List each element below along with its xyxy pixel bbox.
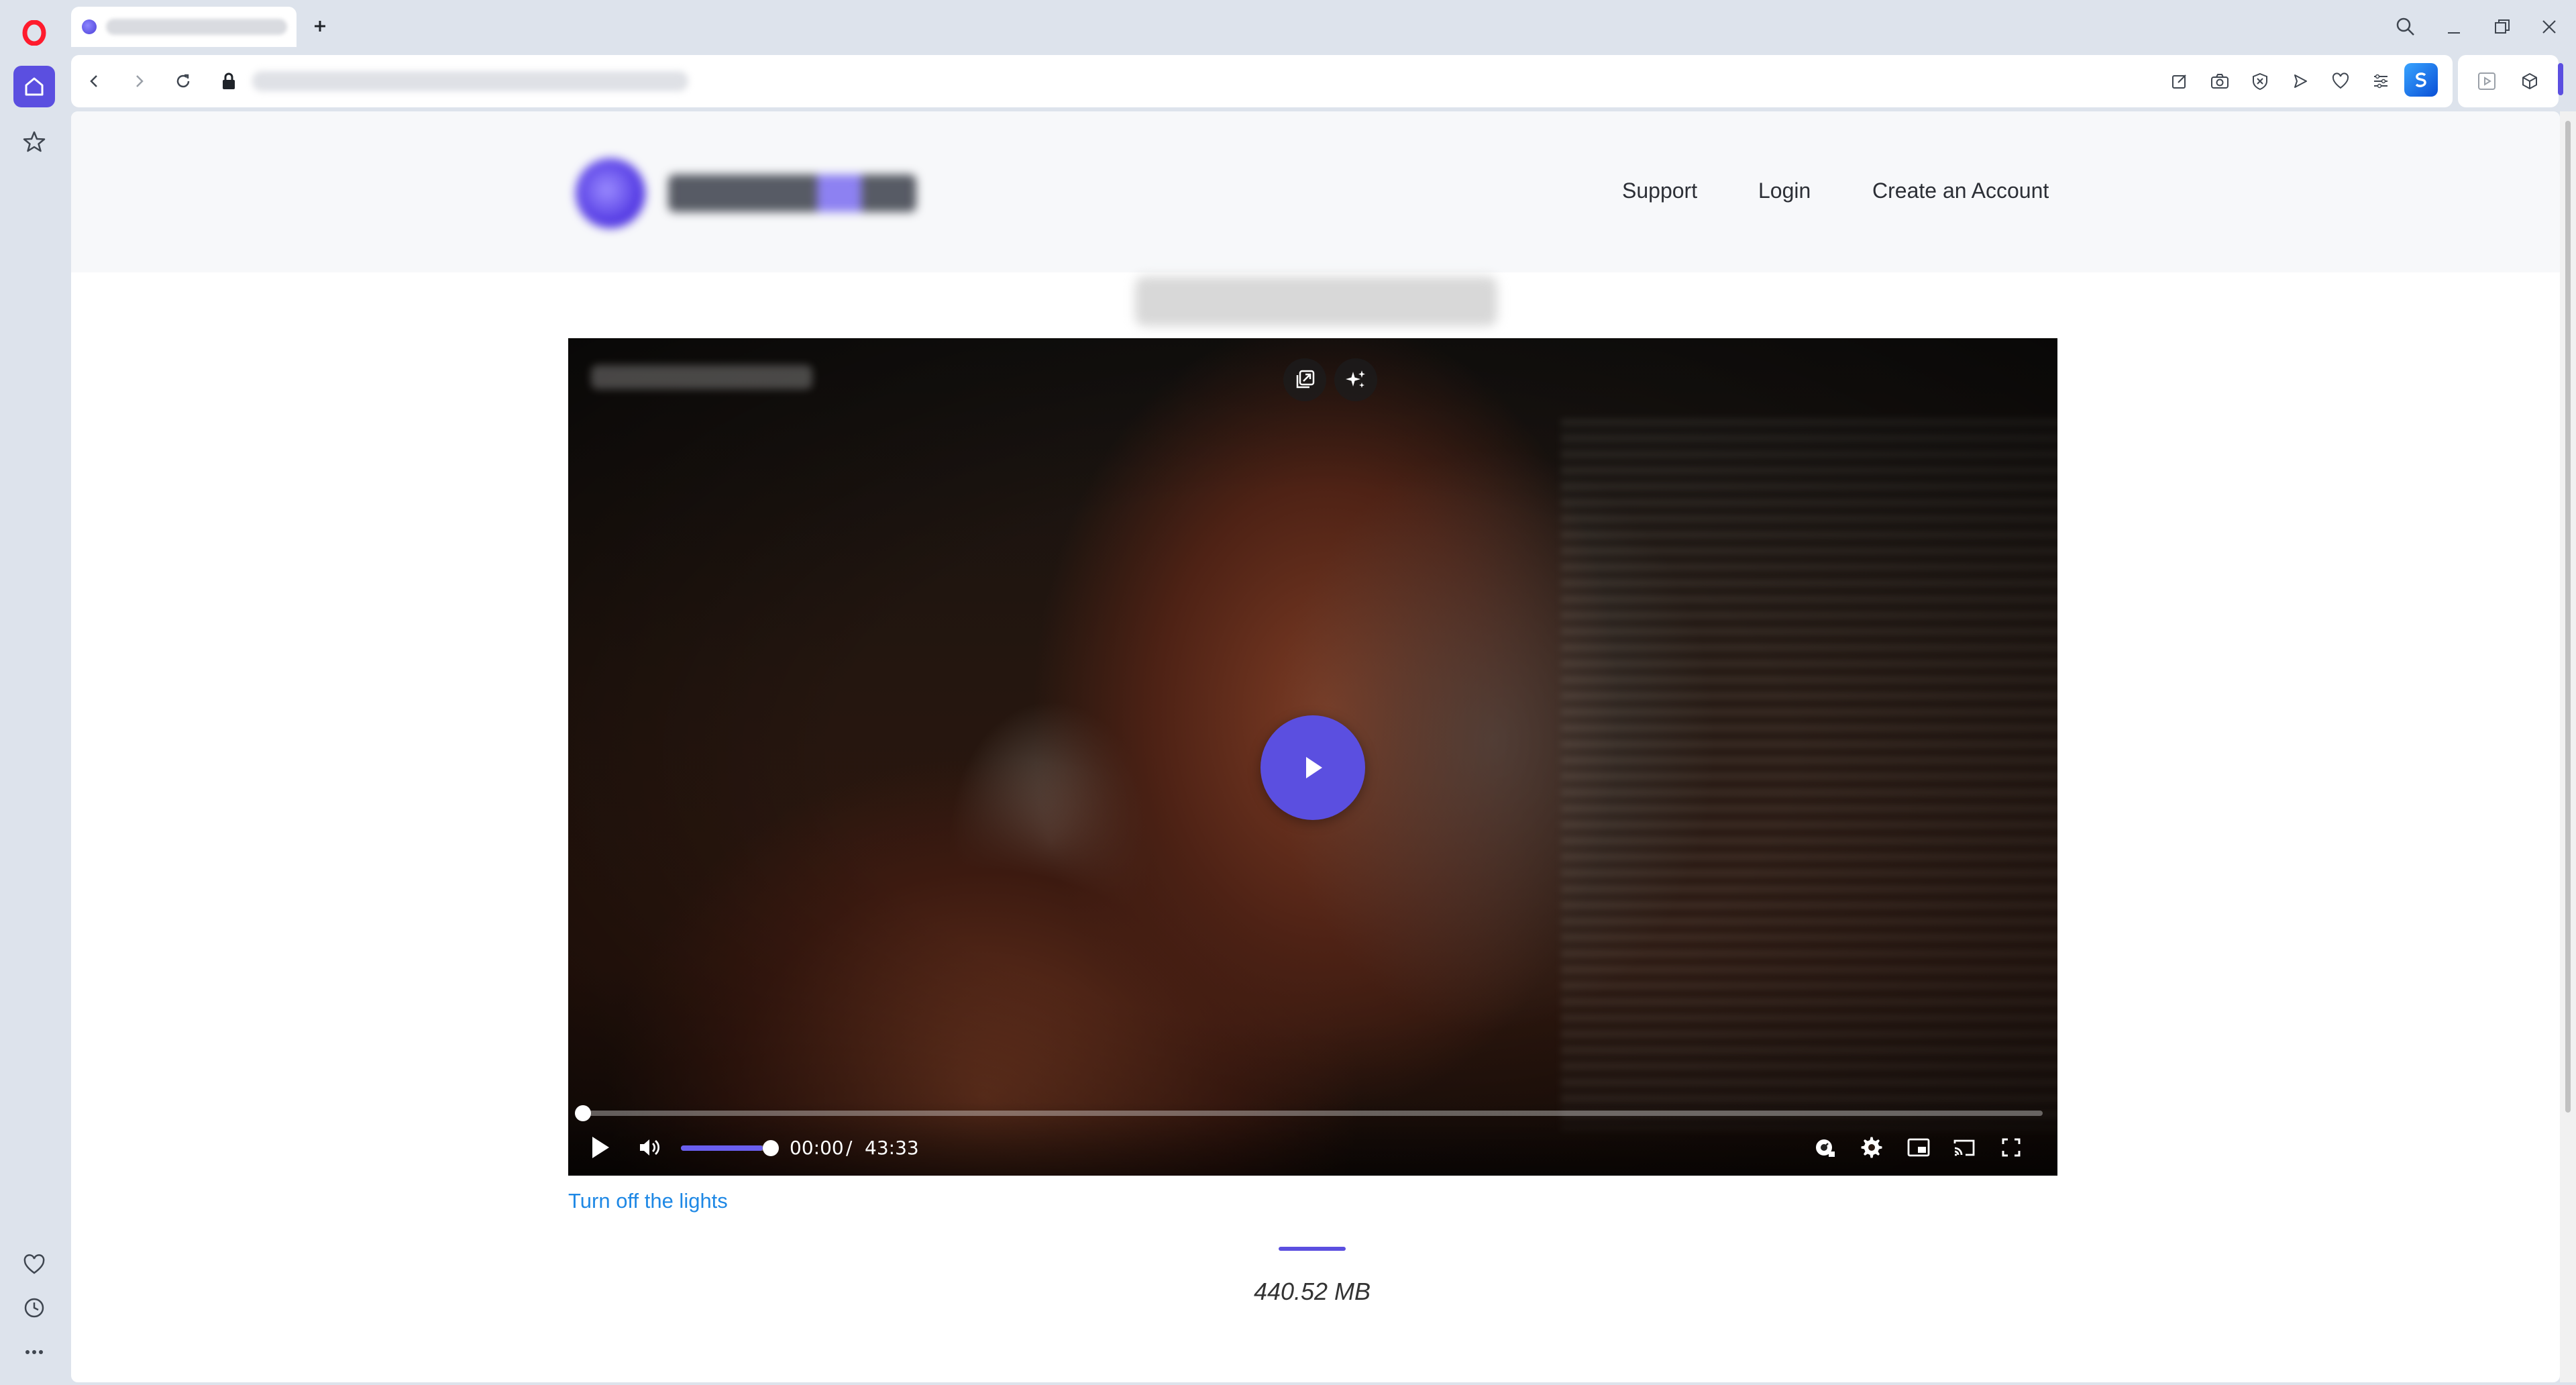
video-title-redacted — [591, 365, 812, 389]
heart-icon[interactable] — [17, 1248, 51, 1282]
restore-icon[interactable] — [2483, 9, 2521, 44]
divider-line — [1279, 1247, 1346, 1251]
browser-sidebar — [0, 0, 68, 1385]
url-text-redacted[interactable] — [252, 71, 688, 91]
search-icon[interactable] — [2387, 9, 2424, 44]
play-icon[interactable] — [584, 1132, 615, 1163]
file-title-redacted — [1135, 276, 1497, 326]
big-play-button[interactable] — [1260, 715, 1365, 820]
nav-login-link[interactable]: Login — [1758, 178, 1811, 203]
home-icon[interactable] — [13, 66, 55, 107]
fullscreen-icon[interactable] — [1996, 1132, 2027, 1163]
file-size: 440.52 MB — [1253, 1278, 1371, 1305]
extension-icon[interactable] — [2404, 63, 2438, 97]
cube-icon[interactable] — [2514, 66, 2545, 97]
star-icon[interactable] — [17, 125, 51, 158]
opera-logo-icon[interactable] — [17, 16, 51, 50]
lock-icon[interactable] — [212, 64, 246, 98]
settings-gear-icon[interactable] — [1856, 1132, 1887, 1163]
active-tab[interactable] — [71, 7, 297, 47]
site-header: Support Login Create an Account — [71, 111, 2560, 272]
heart-icon[interactable] — [2325, 66, 2356, 97]
page-scrollbar[interactable] — [2560, 111, 2576, 1382]
video-player[interactable]: 00:00 / 43:33 — [568, 338, 2057, 1176]
cast-icon[interactable] — [1949, 1132, 1980, 1163]
volume-level — [681, 1145, 763, 1151]
sidebar-toolbar — [2458, 55, 2559, 107]
tab-bar — [68, 0, 2576, 54]
volume-handle[interactable] — [763, 1140, 779, 1156]
page-viewport: Support Login Create an Account 00:00 / … — [71, 111, 2560, 1382]
address-bar — [71, 55, 2453, 107]
close-icon[interactable] — [2530, 9, 2568, 44]
current-time: 00:00 — [790, 1137, 844, 1159]
sparkle-icon[interactable] — [1334, 358, 1377, 401]
minimize-icon[interactable] — [2435, 9, 2473, 44]
speed-icon[interactable] — [1809, 1132, 1840, 1163]
forward-icon[interactable] — [122, 64, 156, 98]
scrollbar-thumb[interactable] — [2565, 121, 2571, 1113]
duration: 43:33 — [865, 1137, 919, 1159]
shield-icon[interactable] — [2245, 66, 2275, 97]
popout-video-icon[interactable] — [1283, 358, 1326, 401]
more-icon[interactable] — [17, 1335, 51, 1369]
edit-icon[interactable] — [2164, 66, 2195, 97]
tab-title-redacted — [106, 19, 287, 35]
picture-in-picture-icon[interactable] — [1903, 1132, 1934, 1163]
camera-icon[interactable] — [2204, 66, 2235, 97]
back-icon[interactable] — [78, 64, 111, 98]
new-tab-plus-icon[interactable] — [305, 11, 335, 42]
menu-lines-icon[interactable] — [2365, 66, 2396, 97]
player-icon[interactable] — [2471, 66, 2502, 97]
site-logo-redacted[interactable] — [568, 144, 930, 238]
accent-indicator — [2558, 63, 2563, 95]
site-favicon-icon — [82, 19, 97, 34]
send-icon[interactable] — [2285, 66, 2316, 97]
volume-icon[interactable] — [634, 1132, 665, 1163]
seek-handle[interactable] — [575, 1105, 591, 1121]
reload-icon[interactable] — [166, 64, 200, 98]
clock-icon[interactable] — [17, 1291, 51, 1325]
nav-support-link[interactable]: Support — [1622, 178, 1697, 203]
nav-create-account-link[interactable]: Create an Account — [1872, 178, 2049, 203]
turn-off-lights-link[interactable]: Turn off the lights — [568, 1189, 728, 1213]
seek-bar[interactable] — [583, 1111, 2043, 1116]
time-separator: / — [846, 1137, 853, 1159]
